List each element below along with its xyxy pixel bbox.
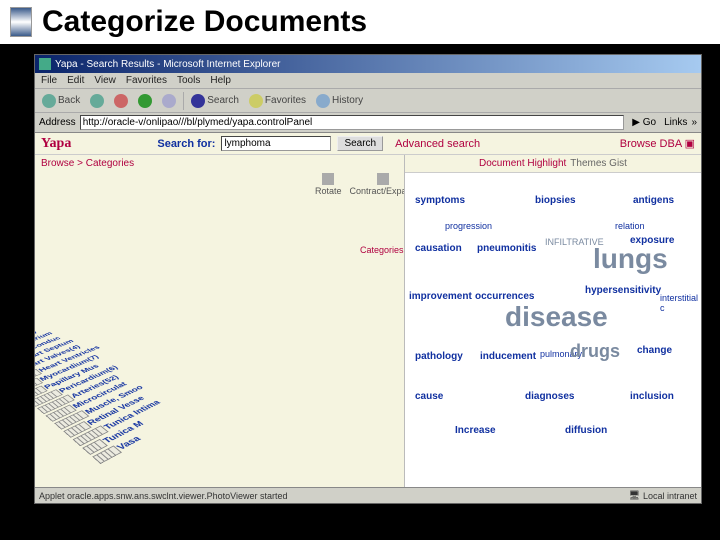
back-icon	[42, 94, 56, 108]
back-button[interactable]: Back	[39, 93, 83, 109]
links-label[interactable]: Links	[664, 117, 687, 128]
cloud-word[interactable]: change	[637, 345, 672, 356]
search-input[interactable]	[221, 136, 331, 151]
word-cloud: symptoms biopsies antigens progression relat…	[405, 173, 701, 487]
toolbar: Back Search Favorites History	[35, 89, 701, 113]
favorites-icon	[249, 94, 263, 108]
search-button[interactable]: Search	[188, 93, 242, 109]
page-content: Yapa Search for: Search Advanced search …	[35, 133, 701, 487]
menu-edit[interactable]: Edit	[67, 75, 84, 86]
cloud-word[interactable]: symptoms	[415, 195, 465, 206]
address-label: Address	[39, 117, 76, 128]
cloud-word[interactable]: cause	[415, 391, 443, 402]
tab-doc-highlight[interactable]: Document Highlight	[479, 158, 566, 169]
address-bar: Address ▶ Go Links»	[35, 113, 701, 133]
tab-themes-gist[interactable]: Themes Gist	[570, 158, 627, 169]
cloud-word[interactable]: biopsies	[535, 195, 576, 206]
stop-icon	[114, 94, 128, 108]
cloud-word[interactable]: disease	[505, 301, 608, 333]
advanced-search-link[interactable]: Advanced search	[395, 138, 480, 150]
history-button[interactable]: History	[313, 93, 366, 109]
window-titlebar: Yapa - Search Results - Microsoft Intern…	[35, 55, 701, 73]
favorites-button[interactable]: Favorites	[246, 93, 309, 109]
forward-icon	[90, 94, 104, 108]
refresh-button[interactable]	[135, 93, 155, 109]
cloud-word[interactable]: pathology	[415, 351, 463, 362]
cloud-word[interactable]: inducement	[480, 351, 536, 362]
document-tabs: Document Highlight Themes Gist	[405, 155, 701, 173]
main-panes: Browse > Categories Rotate Contract/Expa…	[35, 155, 701, 487]
cloud-word[interactable]: relation	[615, 221, 645, 231]
cloud-word[interactable]: pneumonitis	[477, 243, 536, 254]
cloud-word[interactable]: diffusion	[565, 425, 607, 436]
cloud-word[interactable]: Increase	[455, 425, 496, 436]
menu-favorites[interactable]: Favorites	[126, 75, 167, 86]
app-name[interactable]: Yapa	[41, 136, 71, 152]
browse-dba-link[interactable]: Browse DBA ▣	[620, 137, 695, 150]
categories-pane: Browse > Categories Rotate Contract/Expa…	[35, 155, 405, 487]
cloud-word[interactable]: hypersensitivity	[585, 285, 661, 296]
status-text: Applet oracle.apps.snw.ans.swclnt.viewer…	[39, 491, 287, 501]
categories-3d-view[interactable]: EndocardiumFetal Heart(0)Heart AtriumHea…	[35, 264, 400, 487]
search-icon	[191, 94, 205, 108]
app-bar: Yapa Search for: Search Advanced search …	[35, 133, 701, 155]
document-pane: Document Highlight Themes Gist symptoms b…	[405, 155, 701, 487]
forward-button[interactable]	[87, 93, 107, 109]
home-icon	[162, 94, 176, 108]
statusbar: Applet oracle.apps.snw.ans.swclnt.viewer…	[35, 487, 701, 503]
menu-help[interactable]: Help	[210, 75, 231, 86]
breadcrumb[interactable]: Browse > Categories	[35, 155, 404, 172]
cloud-word[interactable]: improvement	[409, 291, 472, 302]
contract-expand-control[interactable]: Contract/Expand	[350, 173, 405, 196]
cloud-word[interactable]: interstitial c	[660, 293, 701, 313]
cloud-word[interactable]: lungs	[593, 243, 668, 275]
rotate-icon	[322, 173, 334, 185]
status-zone: 🖥Local intranet	[629, 490, 697, 501]
slide-title: Categorize Documents	[42, 5, 367, 39]
rotate-control[interactable]: Rotate	[315, 173, 342, 196]
address-input[interactable]	[80, 115, 625, 130]
cloud-word[interactable]: drugs	[570, 341, 620, 362]
browser-window: Yapa - Search Results - Microsoft Intern…	[34, 54, 702, 504]
app-search-button[interactable]: Search	[337, 136, 383, 151]
cloud-word[interactable]: causation	[415, 243, 462, 254]
history-icon	[316, 94, 330, 108]
slide-title-bar: Categorize Documents	[0, 0, 720, 44]
view-controls: Rotate Contract/Expand	[315, 173, 405, 196]
categories-axis-label: Categories	[360, 245, 404, 255]
contract-icon	[377, 173, 389, 185]
dna-logo-icon	[10, 7, 32, 37]
menu-tools[interactable]: Tools	[177, 75, 200, 86]
ie-icon	[39, 58, 51, 70]
menu-file[interactable]: File	[41, 75, 57, 86]
cloud-word[interactable]: diagnoses	[525, 391, 574, 402]
menu-view[interactable]: View	[94, 75, 116, 86]
menubar: File Edit View Favorites Tools Help	[35, 73, 701, 89]
stop-button[interactable]	[111, 93, 131, 109]
refresh-icon	[138, 94, 152, 108]
home-button[interactable]	[159, 93, 179, 109]
window-title: Yapa - Search Results - Microsoft Intern…	[55, 59, 280, 70]
cloud-word[interactable]: progression	[445, 221, 492, 231]
zone-icon: 🖥	[629, 490, 640, 501]
go-button[interactable]: ▶ Go	[628, 117, 660, 128]
cloud-word[interactable]: inclusion	[630, 391, 674, 402]
search-for-label: Search for:	[157, 138, 215, 150]
cloud-word[interactable]: antigens	[633, 195, 674, 206]
